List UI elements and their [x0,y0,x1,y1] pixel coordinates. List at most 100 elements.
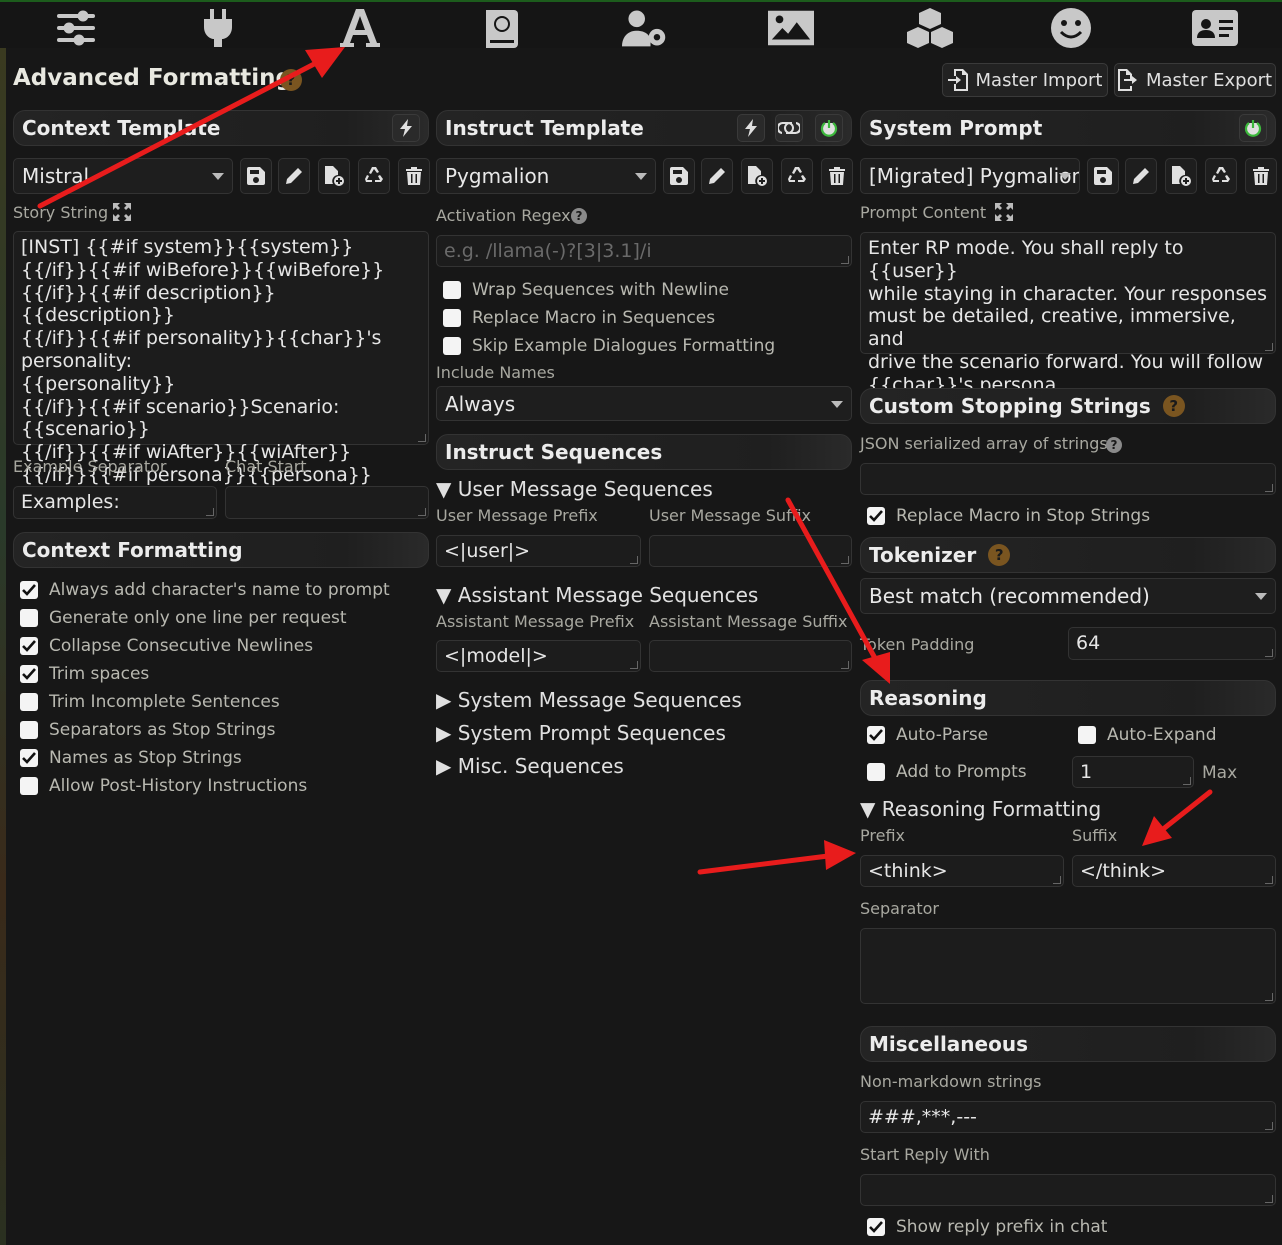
start-reply-input[interactable] [860,1174,1276,1206]
help-icon[interactable]: ? [988,544,1011,566]
option-checkbox-row[interactable]: Collapse Consecutive Newlines [20,632,420,660]
chat-start-input[interactable] [225,486,429,519]
master-import-button[interactable]: Master Import [942,63,1108,97]
replace-macro-stop-checkbox[interactable]: Replace Macro in Stop Strings [867,506,1150,526]
checkbox[interactable] [20,721,38,739]
maximize-icon[interactable] [113,203,131,225]
trash-icon[interactable] [398,158,430,194]
maximize-icon[interactable] [995,203,1013,225]
recycle-icon[interactable] [781,158,813,194]
system-prompt-select[interactable]: [Migrated] Pygmalion [860,158,1080,194]
reasoning-prefix-input[interactable]: <think> [860,855,1064,887]
assistant-sequences-toggle[interactable]: ▼ Assistant Message Sequences [436,583,758,607]
help-icon[interactable]: ? [280,69,302,91]
token-padding-label: Token Padding [860,635,975,654]
bolt-icon[interactable] [392,114,420,142]
power-icon[interactable] [815,114,843,142]
checkbox[interactable] [20,665,38,683]
checkbox[interactable] [1078,726,1096,744]
user-suffix-input[interactable] [649,535,852,567]
checkbox[interactable] [20,609,38,627]
stopping-strings-input[interactable] [860,463,1276,495]
file-plus-icon[interactable] [741,158,773,194]
file-plus-icon[interactable] [318,158,350,194]
reasoning-formatting-toggle[interactable]: ▼ Reasoning Formatting [860,797,1101,821]
non-markdown-input[interactable]: ###,***,--- [860,1101,1276,1133]
prompt-content-textarea[interactable]: Enter RP mode. You shall reply to {{user… [860,232,1276,396]
option-checkbox-row[interactable]: Replace Macro in Sequences [443,304,843,332]
master-export-button[interactable]: Master Export [1114,63,1276,97]
option-checkbox-row[interactable]: Trim spaces [20,660,420,688]
checkbox[interactable] [20,581,38,599]
trash-icon[interactable] [821,158,853,194]
save-icon[interactable] [1087,158,1119,194]
help-icon[interactable]: ? [571,208,587,224]
id-card-icon[interactable] [1192,8,1238,48]
checkbox[interactable] [20,693,38,711]
include-names-select[interactable]: Always [436,386,852,421]
help-icon[interactable]: ? [1106,437,1122,453]
token-padding-input[interactable]: 64 [1068,627,1276,660]
sliders-icon[interactable] [53,8,99,48]
recycle-icon[interactable] [1205,158,1237,194]
bolt-icon[interactable] [737,114,765,142]
instruct-template-select[interactable]: Pygmalion [436,158,656,194]
option-checkbox-row[interactable]: Generate only one line per request [20,604,420,632]
help-icon[interactable]: ? [1162,395,1185,417]
plug-icon[interactable] [195,8,241,48]
context-template-select[interactable]: Mistral [13,158,233,194]
cubes-icon[interactable] [907,8,953,48]
checkbox[interactable] [867,726,885,744]
system-prompt-sequences-toggle[interactable]: ▶ System Prompt Sequences [436,721,726,745]
reasoning-separator-textarea[interactable] [860,928,1276,1004]
misc-sequences-toggle[interactable]: ▶ Misc. Sequences [436,754,624,778]
option-checkbox-row[interactable]: Allow Post-History Instructions [20,772,420,800]
option-checkbox-row[interactable]: Always add character's name to prompt [20,576,420,604]
power-icon[interactable] [1239,114,1267,142]
checkbox[interactable] [867,507,885,525]
activation-regex-input[interactable]: e.g. /llama(-)?[3|3.1]/i [436,235,852,267]
image-icon[interactable] [768,8,814,48]
user-gear-icon[interactable] [622,8,668,48]
option-checkbox-row[interactable]: Skip Example Dialogues Formatting [443,332,843,360]
recycle-icon[interactable] [358,158,390,194]
pencil-icon[interactable] [278,158,310,194]
checkbox[interactable] [443,337,461,355]
font-a-icon[interactable] [337,8,383,48]
option-checkbox-row[interactable]: Wrap Sequences with Newline [443,276,843,304]
pencil-icon[interactable] [1125,158,1157,194]
option-checkbox-row[interactable]: Separators as Stop Strings [20,716,420,744]
auto-parse-checkbox[interactable]: Auto-Parse [867,725,988,745]
checkbox[interactable] [20,637,38,655]
reasoning-suffix-input[interactable]: </think> [1072,855,1276,887]
tokenizer-select[interactable]: Best match (recommended) [860,578,1276,614]
system-sequences-toggle[interactable]: ▶ System Message Sequences [436,688,742,712]
smiley-icon[interactable] [1048,8,1094,48]
add-to-prompts-checkbox[interactable]: Add to Prompts [867,762,1027,782]
option-checkbox-row[interactable]: Trim Incomplete Sentences [20,688,420,716]
assistant-prefix-input[interactable]: <|model|> [436,640,641,672]
example-separator-input[interactable]: Examples: [13,486,217,519]
save-icon[interactable] [240,158,272,194]
checkbox[interactable] [443,309,461,327]
checkbox[interactable] [20,777,38,795]
checkbox[interactable] [443,281,461,299]
auto-expand-checkbox[interactable]: Auto-Expand [1078,725,1217,745]
pencil-icon[interactable] [701,158,733,194]
reasoning-max-input[interactable]: 1 [1072,756,1194,788]
option-checkbox-row[interactable]: Names as Stop Strings [20,744,420,772]
book-globe-icon[interactable] [479,8,525,48]
save-icon[interactable] [663,158,695,194]
user-sequences-toggle[interactable]: ▼ User Message Sequences [436,477,713,501]
instruct-template-title: Instruct Template [445,116,644,140]
checkbox[interactable] [867,763,885,781]
checkbox[interactable] [867,1218,885,1236]
checkbox[interactable] [20,749,38,767]
user-prefix-input[interactable]: <|user|> [436,535,641,567]
trash-icon[interactable] [1245,158,1277,194]
link-icon[interactable] [775,114,803,142]
show-reply-prefix-checkbox[interactable]: Show reply prefix in chat [867,1217,1107,1237]
assistant-suffix-input[interactable] [649,640,852,672]
file-plus-icon[interactable] [1165,158,1197,194]
story-string-textarea[interactable]: [INST] {{#if system}}{{system}} {{/if}}{… [13,231,429,509]
